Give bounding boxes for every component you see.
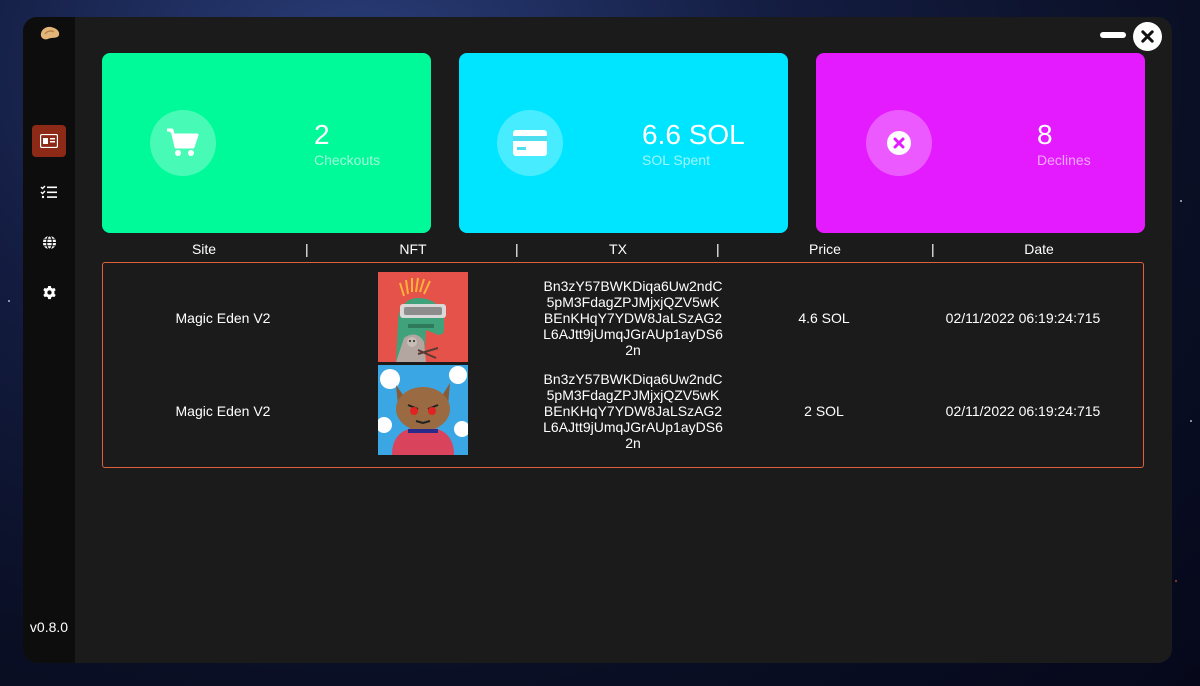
price-cell: 2 SOL bbox=[804, 403, 844, 419]
table-row[interactable]: Magic Eden V2 Bn3zY57BWKDiqa6Uw2ndC5pM3F… bbox=[103, 365, 1143, 457]
sol-spent-label: SOL Spent bbox=[642, 152, 710, 168]
tx-cell[interactable]: Bn3zY57BWKDiqa6Uw2ndC5pM3FdagZPJMjxjQZV5… bbox=[543, 371, 723, 451]
column-separator: | bbox=[716, 241, 720, 257]
site-cell: Magic Eden V2 bbox=[175, 403, 271, 419]
tasks-icon bbox=[40, 185, 57, 199]
close-icon bbox=[1141, 30, 1154, 43]
price-cell: 4.6 SOL bbox=[798, 310, 850, 326]
checkouts-label: Checkouts bbox=[314, 152, 381, 168]
column-separator: | bbox=[515, 241, 519, 257]
declines-label: Declines bbox=[1037, 152, 1091, 168]
x-circle-icon bbox=[887, 131, 911, 155]
date-cell: 02/11/2022 06:19:24:715 bbox=[945, 310, 1101, 326]
column-header-nft: NFT bbox=[399, 241, 427, 257]
dino-nft-image bbox=[378, 272, 468, 362]
fortune-cookie-logo-icon bbox=[40, 26, 60, 40]
column-separator: | bbox=[305, 241, 309, 257]
sol-spent-value: 6.6 SOL bbox=[642, 119, 745, 150]
minimize-button[interactable] bbox=[1100, 32, 1126, 38]
column-header-site: Site bbox=[191, 241, 217, 257]
credit-card-icon bbox=[513, 130, 547, 156]
column-header-price: Price bbox=[809, 241, 841, 257]
table-row[interactable]: Magic Eden V2 Bn3zY57BWKDiqa6Uw2ndC5pM3F… bbox=[103, 272, 1143, 364]
date-cell: 02/11/2022 06:19:24:715 bbox=[945, 403, 1101, 419]
globe-icon bbox=[42, 234, 56, 250]
background-star bbox=[1175, 580, 1177, 582]
tx-cell[interactable]: Bn3zY57BWKDiqa6Uw2ndC5pM3FdagZPJMjxjQZV5… bbox=[543, 278, 723, 358]
declines-value: 8 bbox=[1037, 119, 1053, 150]
sidebar-item-profiles[interactable] bbox=[32, 125, 66, 157]
site-cell: Magic Eden V2 bbox=[175, 310, 271, 326]
checkouts-card: 2 Checkouts bbox=[102, 53, 431, 233]
cat-nft-image bbox=[378, 365, 468, 455]
cart-icon bbox=[167, 128, 199, 156]
checkouts-value: 2 bbox=[314, 119, 330, 150]
checkouts-icon-circle bbox=[150, 110, 216, 176]
gear-icon bbox=[42, 285, 56, 299]
sol-spent-icon-circle bbox=[497, 110, 563, 176]
version-label: v0.8.0 bbox=[29, 619, 69, 635]
id-card-icon bbox=[40, 134, 58, 148]
column-header-date: Date bbox=[1024, 241, 1054, 257]
close-button[interactable] bbox=[1133, 22, 1162, 51]
sidebar: v0.8.0 bbox=[23, 17, 75, 663]
sidebar-item-proxies[interactable] bbox=[32, 226, 66, 258]
sidebar-item-settings[interactable] bbox=[32, 276, 66, 308]
column-separator: | bbox=[931, 241, 935, 257]
app-window: v0.8.0 2 Checkouts 6.6 SOL SOL Spent 8 D… bbox=[23, 17, 1172, 663]
declines-card: 8 Declines bbox=[816, 53, 1145, 233]
checkouts-table: Magic Eden V2 Bn3zY57BWKDiqa6Uw2ndC5pM3F… bbox=[102, 262, 1144, 468]
background-star bbox=[8, 300, 10, 302]
declines-icon-circle bbox=[866, 110, 932, 176]
column-header-tx: TX bbox=[609, 241, 627, 257]
background-star bbox=[1180, 200, 1182, 202]
sidebar-item-tasks[interactable] bbox=[32, 176, 66, 208]
sol-spent-card: 6.6 SOL SOL Spent bbox=[459, 53, 788, 233]
background-star bbox=[1190, 420, 1192, 422]
